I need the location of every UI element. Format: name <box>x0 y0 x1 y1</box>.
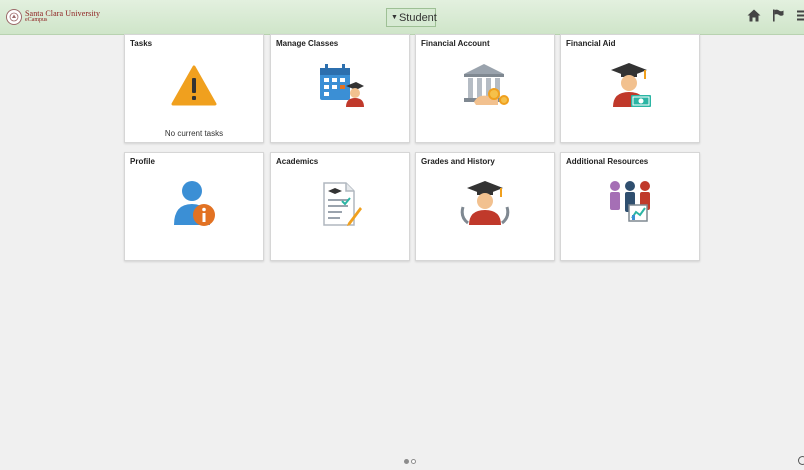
tile-manage-classes[interactable]: Manage Classes <box>270 34 410 143</box>
page-dot-2[interactable] <box>411 459 416 464</box>
tile-title: Financial Aid <box>566 39 616 48</box>
tile-title: Academics <box>276 157 319 166</box>
tile-title: Financial Account <box>421 39 490 48</box>
people-chart-icon <box>605 179 655 230</box>
tasks-status: No current tasks <box>164 129 224 138</box>
tile-title: Manage Classes <box>276 39 339 48</box>
tile-academics[interactable]: Academics <box>270 152 410 261</box>
banner: Santa Clara University eCampus ▼ Student <box>0 0 804 35</box>
tile-title: Additional Resources <box>566 157 649 166</box>
tile-additional-resources[interactable]: Additional Resources <box>560 152 700 261</box>
refresh-icon[interactable] <box>798 456 804 465</box>
menu-icon[interactable] <box>797 9 804 27</box>
homepage-selector[interactable]: ▼ Student <box>386 8 437 27</box>
tile-financial-aid[interactable]: Financial Aid <box>560 34 700 143</box>
logo-main-text: Santa Clara University <box>25 9 101 18</box>
document-pencil-icon <box>318 179 362 232</box>
flag-icon[interactable] <box>772 9 784 27</box>
tile-grades-and-history[interactable]: Grades and History <box>415 152 555 261</box>
tile-title: Tasks <box>130 39 153 48</box>
logo-sub-text: eCampus <box>25 17 48 23</box>
graduate-laurel-icon <box>460 179 510 232</box>
page-dot-1[interactable] <box>404 459 409 464</box>
page-indicator <box>404 459 416 464</box>
university-logo[interactable]: Santa Clara University eCampus <box>6 9 100 25</box>
person-info-icon <box>172 179 216 232</box>
calendar-graduate-icon <box>316 62 364 113</box>
bank-coins-icon <box>460 62 510 113</box>
homepage-selector-label: Student <box>398 11 437 24</box>
tile-profile[interactable]: Profile <box>124 152 264 261</box>
dropdown-caret-icon: ▼ <box>391 14 398 21</box>
tile-tasks[interactable]: Tasks No current tasks <box>124 34 264 143</box>
graduate-money-icon <box>607 61 653 114</box>
home-icon[interactable] <box>747 9 761 27</box>
tile-title: Profile <box>130 157 155 166</box>
tile-title: Grades and History <box>421 157 495 166</box>
tile-financial-account[interactable]: Financial Account <box>415 34 555 143</box>
warning-icon <box>171 65 217 112</box>
university-seal-icon <box>6 9 22 25</box>
